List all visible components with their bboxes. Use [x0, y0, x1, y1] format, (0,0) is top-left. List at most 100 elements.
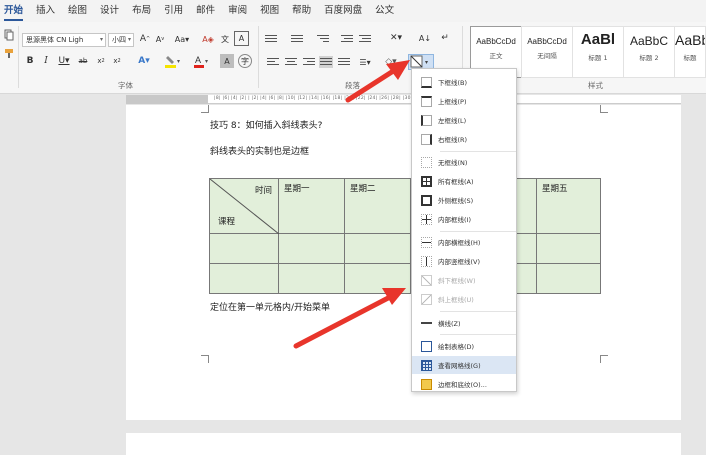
tab-mailings[interactable]: 邮件: [196, 1, 215, 21]
menu-item-label: 左框线(L): [438, 117, 467, 125]
menu-separator: [440, 151, 516, 152]
schedule-table[interactable]: 时间 课程 星期一 星期二 星期五: [209, 178, 601, 294]
multilevel-list-icon[interactable]: [316, 33, 330, 45]
table-cell[interactable]: [209, 233, 279, 264]
menu-item-label: 无框线(N): [438, 159, 468, 167]
menu-item-view-gridlines[interactable]: 查看网格线(G): [412, 356, 516, 374]
show-marks-icon[interactable]: ↵: [438, 31, 452, 45]
horizontal-ruler[interactable]: |8| |6| |4| |2| | |2| |4| |6| |8| |10| |…: [126, 95, 681, 104]
font-name-value: 思源黑体 CN Ligh: [26, 36, 84, 44]
font-color-icon[interactable]: A ▾: [192, 54, 212, 68]
table-cell[interactable]: [209, 263, 279, 294]
diagonal-header-cell[interactable]: 时间 课程: [209, 178, 279, 234]
tab-view[interactable]: 视图: [260, 1, 279, 21]
align-left-icon[interactable]: [266, 56, 280, 68]
grow-font-icon[interactable]: A ^: [138, 32, 152, 46]
justify-icon[interactable]: [319, 56, 333, 68]
increase-indent-icon[interactable]: [358, 33, 372, 45]
table-cell[interactable]: [536, 233, 601, 264]
table-header-cell[interactable]: 星期二: [344, 178, 411, 234]
svg-text:A: A: [195, 55, 201, 65]
superscript-icon[interactable]: x2: [110, 54, 124, 68]
top-border-icon: [421, 95, 432, 107]
horizontal-line-icon: [421, 317, 432, 329]
menu-item-diagonal-up[interactable]: 斜上框线(U): [412, 290, 516, 308]
font-name-combo[interactable]: 思源黑体 CN Ligh ▾: [22, 33, 106, 47]
table-cell[interactable]: [344, 233, 411, 264]
menu-item-left-border[interactable]: 左框线(L): [412, 111, 516, 129]
style-heading-1[interactable]: AaBl 标题 1: [572, 26, 624, 78]
line-spacing-icon[interactable]: ☰▾: [356, 55, 374, 69]
menu-item-no-border[interactable]: 无框线(N): [412, 153, 516, 171]
character-shading-icon[interactable]: A: [220, 54, 234, 68]
tab-official-doc[interactable]: 公文: [375, 1, 394, 21]
underline-icon[interactable]: U▾: [56, 54, 72, 68]
format-painter-icon[interactable]: [2, 46, 16, 60]
bold-icon[interactable]: B: [24, 54, 36, 68]
menu-item-top-border[interactable]: 上框线(P): [412, 92, 516, 110]
crop-mark: [600, 105, 608, 113]
style-sample: AaBbCcDd: [527, 37, 567, 46]
table-cell[interactable]: [278, 263, 345, 294]
tab-insert[interactable]: 插入: [36, 1, 55, 21]
font-size-combo[interactable]: 小四 ▾: [108, 33, 134, 47]
decrease-indent-icon[interactable]: [340, 33, 354, 45]
character-border-icon[interactable]: A: [234, 31, 249, 46]
menu-item-horizontal-line[interactable]: 横线(Z): [412, 314, 516, 332]
table-cell[interactable]: [278, 233, 345, 264]
style-name: 标题: [683, 54, 697, 62]
phonetic-guide-icon[interactable]: 文: [218, 32, 232, 46]
menu-item-draw-table[interactable]: 绘制表格(D): [412, 337, 516, 355]
svg-text:▾: ▾: [177, 58, 180, 65]
menu-item-outside-borders[interactable]: 外侧框线(S): [412, 191, 516, 209]
table-header-cell[interactable]: 星期五: [536, 178, 601, 234]
next-page: [126, 433, 681, 455]
menu-item-inside-horizontal[interactable]: 内部横框线(H): [412, 233, 516, 251]
tab-design[interactable]: 设计: [100, 1, 119, 21]
align-right-icon[interactable]: [302, 56, 316, 68]
align-center-icon[interactable]: [284, 56, 298, 68]
menu-item-inside-borders[interactable]: 内部框线(I): [412, 210, 516, 228]
table-header-cell[interactable]: 星期一: [278, 178, 345, 234]
tab-home[interactable]: 开始: [4, 1, 24, 21]
asian-layout-icon[interactable]: ✕▾: [388, 31, 404, 45]
menu-item-all-borders[interactable]: 所有框线(A): [412, 172, 516, 190]
italic-icon[interactable]: I: [40, 54, 52, 68]
bullets-icon[interactable]: [264, 33, 278, 45]
sort-icon[interactable]: A↓: [418, 31, 432, 45]
tab-review[interactable]: 审阅: [228, 1, 247, 21]
menu-item-bottom-border[interactable]: 下框线(B): [412, 73, 516, 91]
ribbon: 思源黑体 CN Ligh ▾ 小四 ▾ A ^ Av Aa▾ A◈ 文 A B I U…: [0, 22, 706, 94]
clear-formatting-icon[interactable]: A◈: [201, 32, 215, 46]
table-cell[interactable]: [536, 263, 601, 294]
tab-help[interactable]: 帮助: [292, 1, 311, 21]
numbering-icon[interactable]: [290, 33, 304, 45]
style-heading-2[interactable]: AaBbC 标题 2: [623, 26, 675, 78]
menu-item-borders-and-shading[interactable]: 边框和底纹(O)...: [412, 375, 516, 393]
style-name: 标题 1: [588, 54, 608, 62]
diagonal-up-border-icon: [421, 293, 432, 305]
table-cell[interactable]: [344, 263, 411, 294]
shrink-font-icon[interactable]: Av: [153, 32, 167, 46]
distributed-icon[interactable]: [337, 56, 351, 68]
style-no-spacing[interactable]: AaBbCcDd 无间隔: [521, 26, 573, 78]
subscript-icon[interactable]: x2: [94, 54, 108, 68]
strikethrough-icon[interactable]: ab: [76, 54, 90, 68]
tab-baidu-netdisk[interactable]: 百度网盘: [324, 1, 362, 21]
change-case-icon[interactable]: Aa▾: [173, 32, 191, 46]
enclose-characters-icon[interactable]: 字: [238, 54, 252, 68]
tab-draw[interactable]: 绘图: [68, 1, 87, 21]
menu-item-right-border[interactable]: 右框线(R): [412, 130, 516, 148]
highlight-icon[interactable]: ▾: [163, 54, 183, 68]
document-page[interactable]: 技巧 8：如何插入斜线表头? 斜线表头的实制也是边框 时间 课程 星期一 星期二…: [126, 105, 681, 420]
menu-item-diagonal-down[interactable]: 斜下框线(W): [412, 271, 516, 289]
tab-references[interactable]: 引用: [164, 1, 183, 21]
menu-item-inside-vertical[interactable]: 内部竖框线(V): [412, 252, 516, 270]
style-name: 无间隔: [537, 52, 557, 60]
outside-borders-icon: [421, 194, 432, 206]
copy-icon[interactable]: [2, 28, 16, 42]
shading-icon[interactable]: ◇▾: [382, 55, 400, 69]
style-title[interactable]: AaBb 标题: [674, 26, 706, 78]
tab-layout[interactable]: 布局: [132, 1, 151, 21]
text-effects-icon[interactable]: A▾: [134, 54, 154, 68]
